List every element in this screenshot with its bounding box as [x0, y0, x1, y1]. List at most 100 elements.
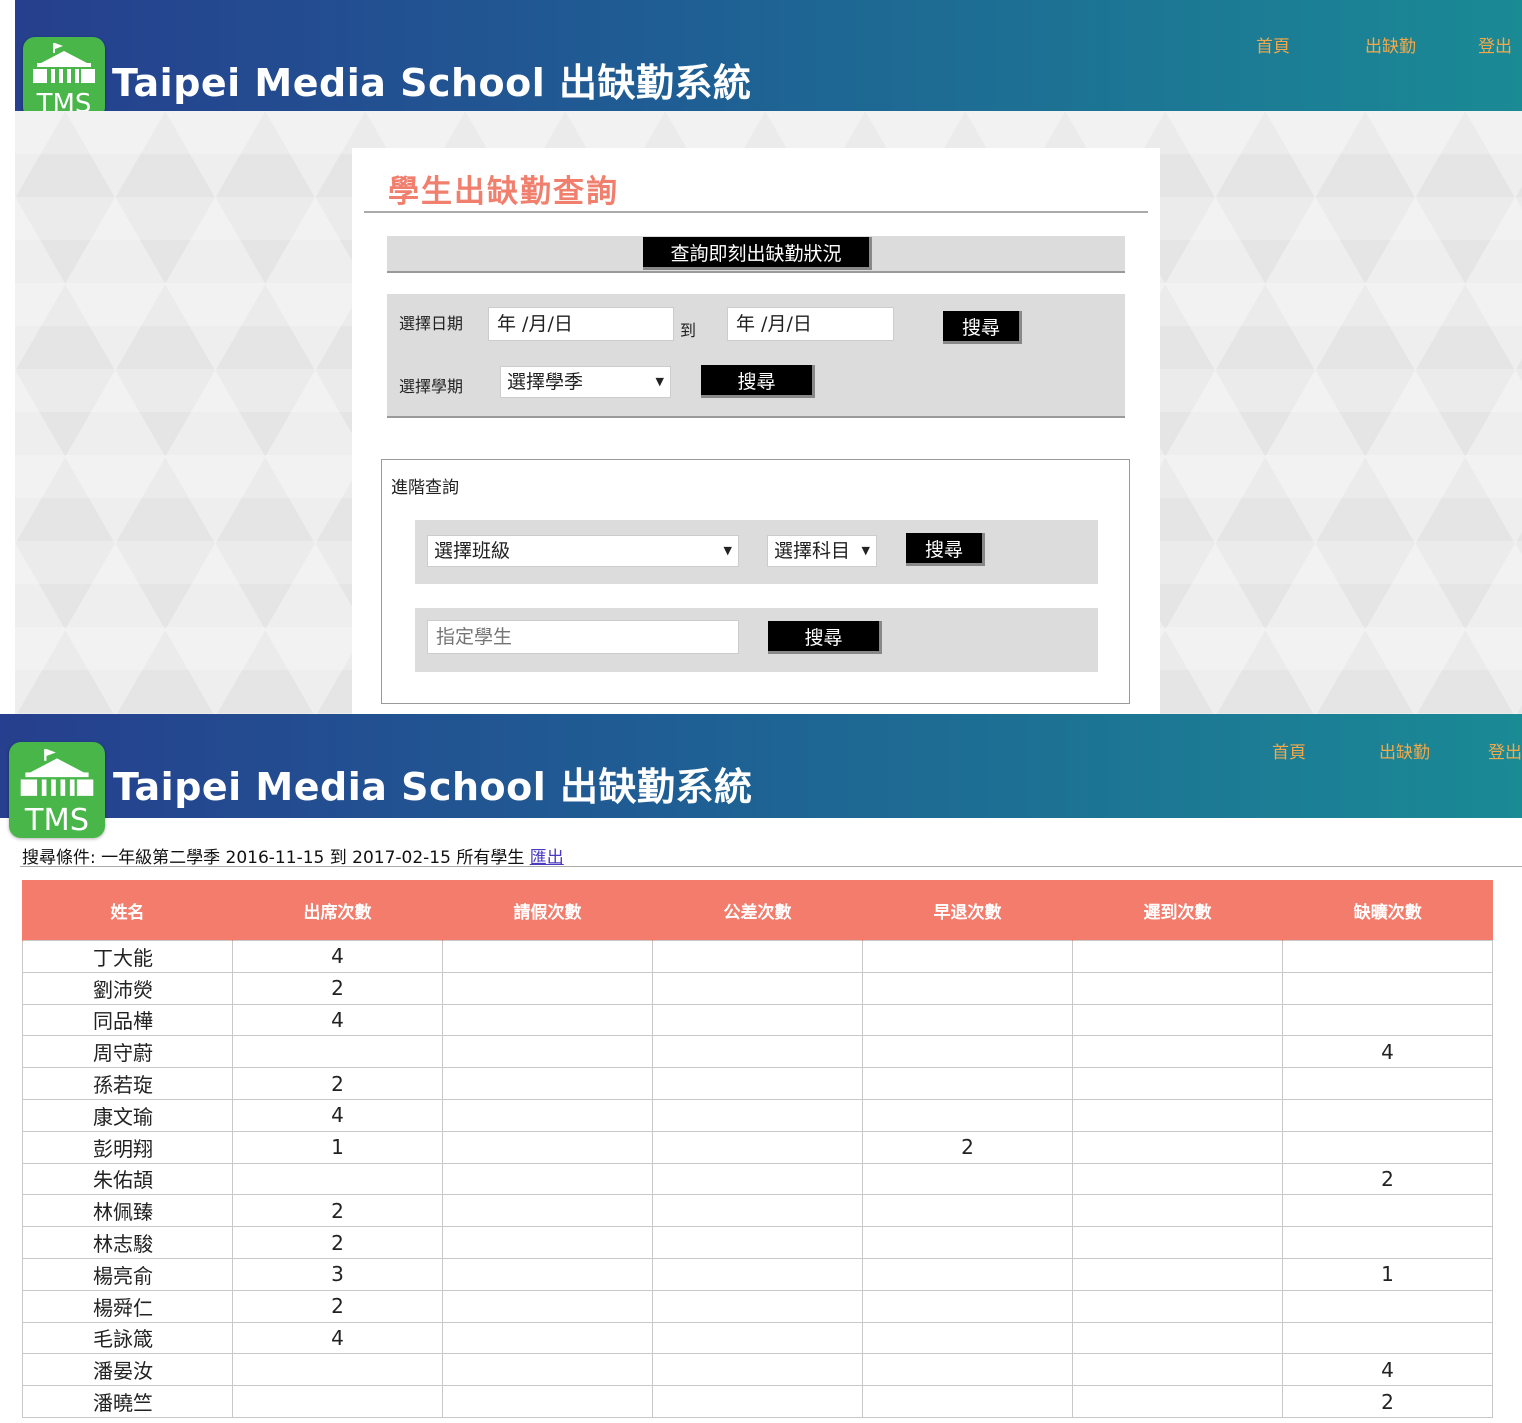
query-panel: 學生出缺勤查詢 查詢即刻出缺勤狀況 選擇日期 年 /月/日 到 年 /月/日 搜… [352, 148, 1160, 714]
student-name-cell: 潘曉竺 [22, 1385, 233, 1418]
column-header: 公差次數 [652, 880, 863, 941]
count-cell [442, 1289, 653, 1323]
count-cell: 4 [232, 1321, 443, 1355]
count-cell [1072, 1194, 1283, 1228]
count-cell [1072, 1098, 1283, 1132]
nav-home-link[interactable]: 首頁 [1272, 738, 1306, 763]
table-row: 楊亮俞 3 1 [22, 1257, 1493, 1291]
student-name-cell: 劉沛熒 [22, 971, 233, 1005]
subject-select[interactable]: 選擇科目 ▼ [767, 535, 877, 567]
results-header: TMS Taipei Media School 出缺勤系統 首頁 出缺勤 登出 [0, 714, 1522, 838]
count-cell [652, 1289, 863, 1323]
count-cell [1282, 1194, 1493, 1228]
top-header: TMS Taipei Media School 出缺勤系統 首頁 出缺勤 登出 [15, 0, 1522, 119]
export-link[interactable]: 匯出 [530, 848, 564, 868]
count-cell [442, 1385, 653, 1418]
student-name-cell: 楊舜仁 [22, 1289, 233, 1323]
count-cell [862, 971, 1073, 1005]
column-header: 缺曠次數 [1282, 880, 1493, 941]
count-cell: 2 [232, 1194, 443, 1228]
count-cell: 3 [232, 1257, 443, 1291]
brand-title: Taipei Media School 出缺勤系統 [113, 765, 753, 809]
student-name-cell: 同品樺 [22, 1003, 233, 1037]
student-name-cell: 朱佑頡 [22, 1162, 233, 1196]
table-header-row: 姓名 出席次數 請假次數 公差次數 早退次數 遲到次數 缺曠次數 [22, 880, 1493, 941]
realtime-bar: 查詢即刻出缺勤狀況 [387, 236, 1125, 273]
count-cell [652, 1067, 863, 1100]
date-term-search-box: 選擇日期 年 /月/日 到 年 /月/日 搜尋 選擇學期 選擇學季 ▼ 搜尋 [387, 294, 1125, 418]
count-cell [1282, 1226, 1493, 1259]
page-title: 學生出缺勤查詢 [388, 174, 619, 210]
table-row: 林佩臻 2 [22, 1194, 1493, 1228]
count-cell [1072, 1385, 1283, 1418]
nav-logout-link[interactable]: 登出 [1488, 738, 1522, 763]
count-cell [1072, 940, 1283, 973]
table-row: 劉沛熒 2 [22, 971, 1493, 1005]
student-name-cell: 周守蔚 [22, 1035, 233, 1069]
tms-logo[interactable]: TMS [9, 742, 105, 838]
realtime-attendance-button[interactable]: 查詢即刻出缺勤狀況 [643, 237, 872, 270]
student-row: 搜尋 [415, 608, 1098, 672]
tms-logo[interactable]: TMS [23, 37, 105, 119]
count-cell [1282, 971, 1493, 1005]
count-cell [442, 1321, 653, 1355]
count-cell [652, 1130, 863, 1164]
count-cell [442, 1098, 653, 1132]
count-cell [862, 940, 1073, 973]
nav-logout-link[interactable]: 登出 [1478, 32, 1512, 57]
count-cell: 1 [232, 1130, 443, 1164]
advanced-search-title: 進階查詢 [391, 478, 459, 498]
count-cell [652, 940, 863, 973]
class-select[interactable]: 選擇班級 ▼ [427, 535, 739, 567]
criteria-divider [20, 866, 1522, 867]
student-name-cell: 丁大能 [22, 940, 233, 973]
table-row: 楊舜仁 2 [22, 1289, 1493, 1323]
count-cell [862, 1098, 1073, 1132]
count-cell: 1 [1282, 1257, 1493, 1291]
date-from-field[interactable]: 年 /月/日 [488, 307, 674, 341]
term-search-button[interactable]: 搜尋 [701, 365, 815, 398]
dropdown-caret-icon: ▼ [655, 375, 664, 388]
table-row: 孫若琁 2 [22, 1067, 1493, 1100]
column-header: 請假次數 [442, 880, 653, 941]
date-search-button[interactable]: 搜尋 [943, 311, 1022, 344]
count-cell [442, 971, 653, 1005]
count-cell [1072, 1353, 1283, 1387]
title-divider [364, 211, 1148, 213]
term-select[interactable]: 選擇學季 ▼ [500, 366, 671, 398]
nav-home-link[interactable]: 首頁 [1256, 32, 1290, 57]
nav-attendance-link[interactable]: 出缺勤 [1379, 738, 1430, 763]
count-cell: 2 [1282, 1385, 1493, 1418]
count-cell: 2 [862, 1130, 1073, 1164]
count-cell [1072, 1003, 1283, 1037]
column-header: 出席次數 [232, 880, 443, 941]
count-cell [862, 1353, 1073, 1387]
student-name-cell: 毛詠箴 [22, 1321, 233, 1355]
table-row: 丁大能 4 [22, 940, 1493, 973]
count-cell [1282, 1067, 1493, 1100]
count-cell: 2 [1282, 1162, 1493, 1196]
table-row: 林志駿 2 [22, 1226, 1493, 1259]
date-to-field[interactable]: 年 /月/日 [727, 307, 894, 341]
brand-title: Taipei Media School 出缺勤系統 [112, 61, 752, 105]
school-building-icon: TMS [20, 749, 94, 838]
term-select-value: 選擇學季 [507, 371, 584, 393]
dropdown-caret-icon: ▼ [861, 544, 870, 557]
nav-attendance-link[interactable]: 出缺勤 [1365, 32, 1416, 57]
count-cell: 2 [232, 1067, 443, 1100]
table-row: 毛詠箴 4 [22, 1321, 1493, 1355]
class-search-button[interactable]: 搜尋 [906, 533, 985, 566]
student-name-cell: 林佩臻 [22, 1194, 233, 1228]
count-cell: 2 [232, 1226, 443, 1259]
count-cell [652, 1385, 863, 1418]
count-cell [862, 1003, 1073, 1037]
student-search-button[interactable]: 搜尋 [768, 621, 882, 654]
count-cell [652, 1353, 863, 1387]
count-cell [1072, 1130, 1283, 1164]
count-cell [862, 1067, 1073, 1100]
student-input[interactable] [427, 620, 739, 654]
count-cell [232, 1162, 443, 1196]
count-cell: 4 [1282, 1353, 1493, 1387]
table-row: 潘曉竺 2 [22, 1385, 1493, 1418]
count-cell [442, 1194, 653, 1228]
